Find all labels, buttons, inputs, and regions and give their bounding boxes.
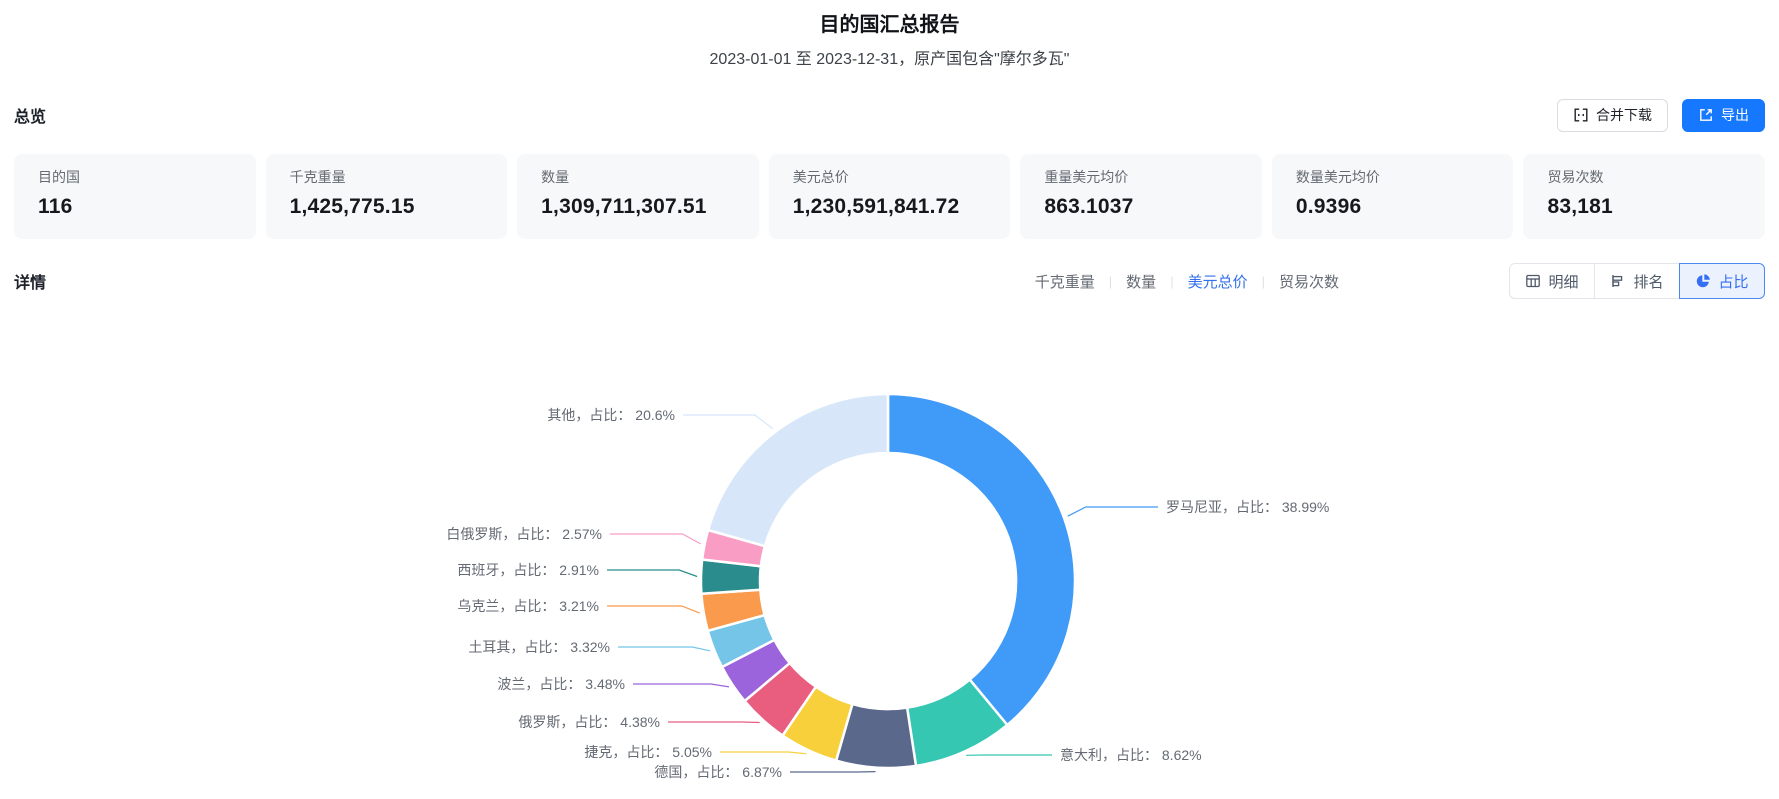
stat-card-value: 1,230,591,841.72 — [792, 195, 960, 218]
slice-leader-line-7 — [618, 646, 711, 652]
slice-label-2: 意大利，占比： 8.62% — [1060, 747, 1202, 763]
merge-icon — [1573, 107, 1589, 123]
overview-heading: 总览 — [14, 109, 47, 126]
slice-leader-line-6 — [633, 683, 730, 688]
donut-slice-11[interactable] — [706, 392, 890, 548]
slice-label-3: 德国，占比： 6.87% — [654, 764, 782, 780]
slice-label-6: 波兰，占比： 3.48% — [497, 676, 625, 692]
page-subtitle: 2023-01-01 至 2023-12-31，原产国包含"摩尔多瓦" — [709, 51, 1070, 68]
slice-leader-line-1 — [1067, 506, 1158, 517]
slice-leader-line-5 — [668, 721, 760, 724]
tab-separator: | — [1108, 273, 1113, 289]
stat-card-2: 千克重量 1,425,775.15 — [265, 154, 508, 239]
stat-card-6: 数量美元均价 0.9396 — [1271, 154, 1514, 239]
slice-label-5: 俄罗斯，占比： 4.38% — [518, 714, 660, 730]
stat-card-label: 重量美元均价 — [1044, 169, 1129, 185]
stat-card-label: 千克重量 — [289, 169, 346, 185]
view-button-proportion[interactable]: 占比 — [1679, 263, 1765, 299]
button-label: 占比 — [1718, 273, 1749, 291]
stat-card-4: 美元总价 1,230,591,841.72 — [768, 154, 1011, 239]
pie-icon — [1695, 273, 1711, 289]
slice-label-7: 土耳其，占比： 3.32% — [468, 639, 610, 655]
slice-label-4: 捷克，占比： 5.05% — [584, 744, 712, 760]
slice-label-8: 乌克兰，占比： 3.21% — [457, 598, 599, 614]
report-header: 目的国汇总报告 2023-01-01 至 2023-12-31，原产国包含"摩尔… — [0, 0, 1779, 72]
slice-leader-line-4 — [720, 751, 807, 755]
stat-card-label: 目的国 — [38, 169, 80, 185]
view-button-detail[interactable]: 明细 — [1509, 263, 1595, 299]
stat-card-value: 1,309,711,307.51 — [541, 195, 707, 218]
table-icon — [1525, 273, 1541, 289]
slice-leader-line-10 — [610, 533, 701, 545]
stat-card-value: 863.1037 — [1044, 195, 1134, 218]
metric-tab-usd-total[interactable]: 美元总价 — [1188, 271, 1248, 292]
view-button-ranking[interactable]: 排名 — [1594, 263, 1680, 299]
export-icon — [1698, 107, 1714, 123]
export-button[interactable]: 导出 — [1682, 98, 1765, 132]
tab-separator: | — [1261, 273, 1265, 289]
stat-card-label: 数量 — [541, 169, 570, 185]
stat-card-value: 116 — [38, 195, 73, 218]
metric-tab-kg-weight[interactable]: 千克重量 — [1035, 271, 1095, 292]
overview-cards: 目的国 116 千克重量 1,425,775.15 数量 1,309,711,307.51… — [14, 154, 1766, 239]
button-label: 明细 — [1548, 273, 1579, 291]
stat-card-label: 数量美元均价 — [1295, 169, 1380, 185]
slice-label-1: 罗马尼亚，占比： 38.99% — [1166, 499, 1329, 515]
stat-card-value: 1,425,775.15 — [289, 195, 415, 218]
details-heading: 详情 — [14, 275, 47, 292]
donut-chart: 罗马尼亚，占比： 38.99% 意大利，占比： 8.62% 德国，占比： 6.87%… — [0, 313, 1779, 793]
action-buttons: 合并下载 导出 — [1557, 98, 1765, 132]
metric-tabs: 千克重量 | 数量 | 美元总价 | 贸易次数 — [1035, 271, 1339, 292]
stat-card-7: 贸易次数 83,181 — [1523, 154, 1766, 239]
stat-card-value: 83,181 — [1547, 195, 1613, 218]
slice-label-9: 西班牙，占比： 2.91% — [457, 562, 599, 578]
tab-separator: | — [1170, 273, 1174, 289]
button-label: 排名 — [1633, 273, 1664, 291]
merge-download-button[interactable]: 合并下载 — [1557, 98, 1668, 132]
stat-card-3: 数量 1,309,711,307.51 — [517, 154, 759, 239]
slice-label-10: 白俄罗斯，占比： 2.57% — [446, 526, 602, 542]
view-mode-group: 明细 排名 占比 — [1509, 263, 1765, 299]
stat-card-5: 重量美元均价 863.1037 — [1020, 154, 1262, 239]
donut-slice-1[interactable] — [886, 392, 1077, 727]
slice-leader-line-8 — [607, 605, 700, 614]
stat-card-value: 0.9396 — [1295, 195, 1362, 218]
slice-leader-line-9 — [607, 569, 698, 578]
page-title: 目的国汇总报告 — [819, 14, 960, 36]
slice-label-11: 其他，占比： 20.6% — [547, 407, 675, 423]
button-label: 导出 — [1721, 107, 1749, 123]
ranking-icon — [1610, 273, 1626, 289]
slice-leader-line-11 — [683, 414, 774, 430]
stat-card-label: 美元总价 — [792, 169, 849, 185]
button-label: 合并下载 — [1596, 107, 1652, 123]
metric-tab-trade-count[interactable]: 贸易次数 — [1279, 271, 1339, 292]
metric-tab-quantity[interactable]: 数量 — [1126, 271, 1156, 292]
stat-card-1: 目的国 116 — [14, 154, 256, 239]
stat-card-label: 贸易次数 — [1547, 169, 1604, 185]
